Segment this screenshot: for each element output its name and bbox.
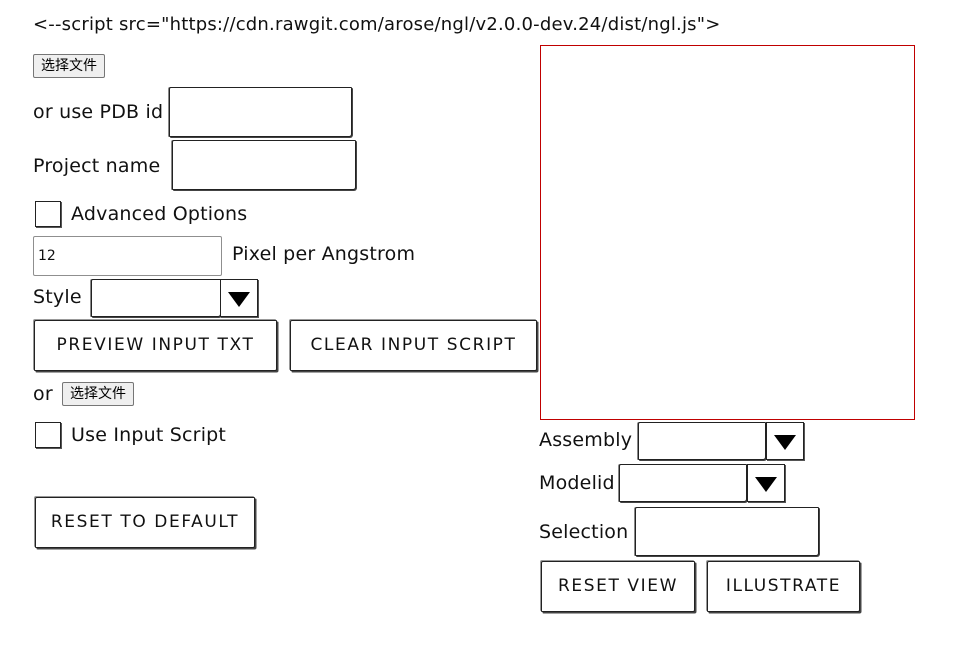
pixel-per-angstrom-input[interactable]: 12	[33, 236, 222, 276]
assembly-select[interactable]	[638, 422, 766, 460]
selection-label: Selection	[539, 521, 629, 543]
reset-view-button[interactable]: RESET VIEW	[541, 561, 695, 612]
style-dropdown-toggle[interactable]	[220, 279, 258, 317]
reset-to-default-button[interactable]: RESET TO DEFAULT	[35, 497, 255, 548]
preview-input-txt-button[interactable]: PREVIEW INPUT TXT	[34, 320, 277, 371]
pdb-id-input[interactable]	[169, 87, 352, 137]
pixel-per-angstrom-label: Pixel per Angstrom	[232, 243, 416, 265]
modelid-select[interactable]	[619, 464, 747, 502]
chevron-down-icon	[774, 435, 796, 450]
clear-input-script-button[interactable]: CLEAR INPUT SCRIPT	[290, 320, 537, 371]
use-input-script-checkbox[interactable]	[35, 422, 61, 448]
choose-script-file-button[interactable]: 选择文件	[62, 382, 134, 406]
selection-input[interactable]	[635, 507, 819, 556]
modelid-label: Modelid	[539, 472, 615, 494]
or-label: or	[33, 383, 53, 405]
advanced-options-checkbox[interactable]	[35, 201, 61, 227]
chevron-down-icon	[755, 477, 777, 492]
chevron-down-icon	[228, 292, 250, 307]
style-select[interactable]	[91, 279, 221, 317]
project-name-label: Project name	[33, 155, 161, 177]
project-name-input[interactable]	[172, 140, 356, 190]
assembly-label: Assembly	[539, 429, 633, 451]
style-label: Style	[33, 286, 82, 308]
use-input-script-label: Use Input Script	[71, 424, 227, 446]
molecule-viewport[interactable]	[540, 45, 915, 420]
assembly-dropdown-toggle[interactable]	[766, 422, 804, 460]
illustrate-button[interactable]: ILLUSTRATE	[707, 561, 860, 612]
script-source-text: <--script src="https://cdn.rawgit.com/ar…	[33, 14, 721, 35]
modelid-dropdown-toggle[interactable]	[747, 464, 785, 502]
advanced-options-label: Advanced Options	[71, 203, 248, 225]
choose-file-button[interactable]: 选择文件	[33, 54, 105, 78]
pdb-id-label: or use PDB id	[33, 101, 164, 123]
